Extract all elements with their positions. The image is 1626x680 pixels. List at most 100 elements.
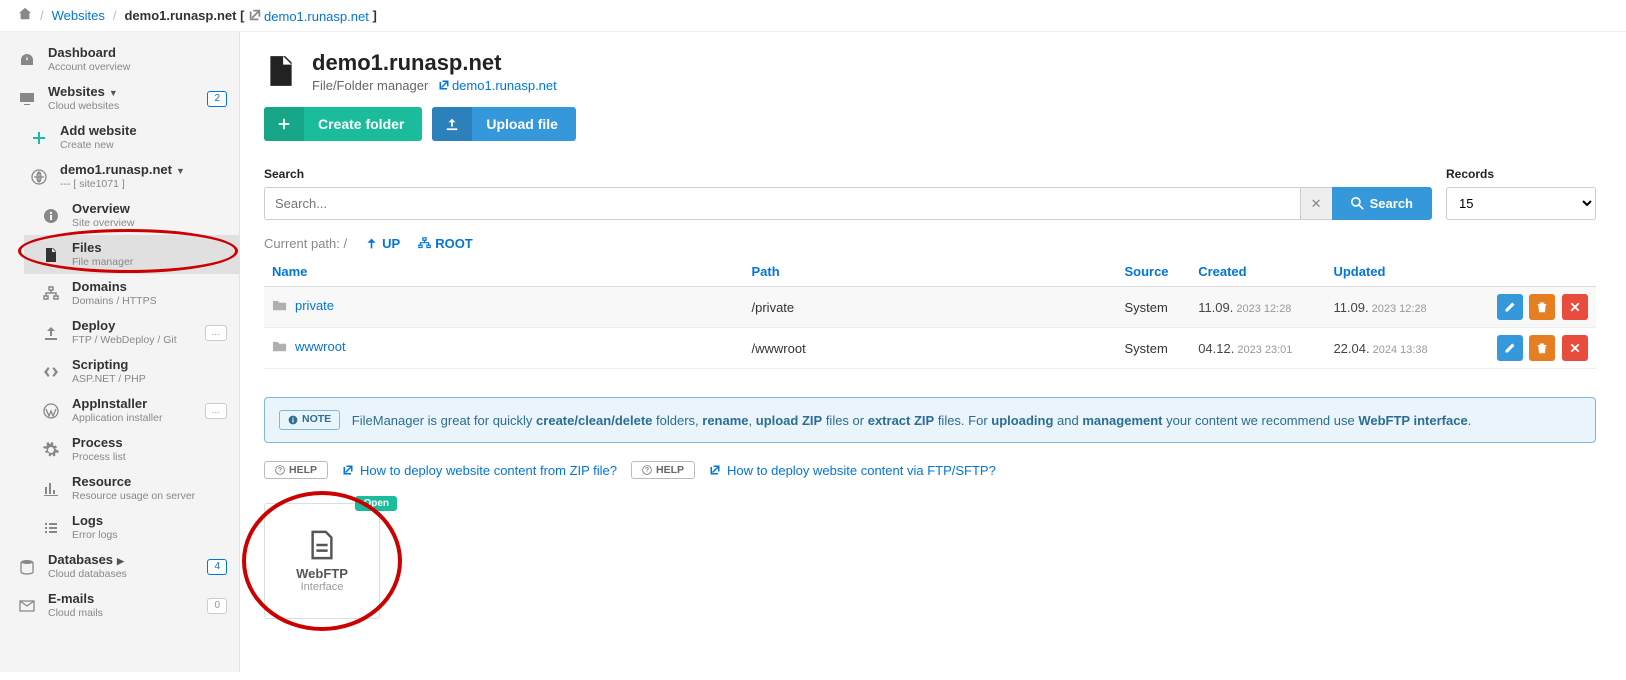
upload-icon [432,107,472,141]
cell-created: 11.09.2023 12:28 [1190,287,1325,328]
col-path[interactable]: Path [744,257,1117,287]
card-sub: Interface [301,581,344,593]
sitemap-icon [40,285,62,302]
sidebar-item-label: Domains [72,280,227,295]
caret-right-icon: ▶ [117,556,124,566]
sidebar-item-appinstaller[interactable]: AppInstallerApplication installer ... [24,391,239,430]
code-icon [40,363,62,380]
search-input[interactable] [264,187,1300,220]
breadcrumb-home[interactable] [18,7,32,24]
main-content: demo1.runasp.net File/Folder manager dem… [240,32,1626,672]
sidebar-item-label: Deploy [72,319,205,334]
create-folder-button[interactable]: Create folder [264,107,422,141]
current-path-label: Current path: [264,236,340,251]
wordpress-icon [40,402,62,419]
sidebar-item-databases[interactable]: Databases▶Cloud databases 4 [0,547,239,586]
cell-path: /wwwroot [744,328,1117,369]
records-select[interactable]: 15 [1446,187,1596,220]
trash-icon [1536,301,1548,313]
cell-created: 04.12.2023 23:01 [1190,328,1325,369]
table-row: private /private System 11.09.2023 12:28… [264,287,1596,328]
note-box: NOTE FileManager is great for quickly cr… [264,397,1596,443]
sidebar-item-deploy[interactable]: DeployFTP / WebDeploy / Git ... [24,313,239,352]
help-link-zip[interactable]: How to deploy website content from ZIP f… [342,463,617,478]
sidebar-item-label: Resource [72,475,227,490]
path-root-link[interactable]: ROOT [418,236,473,251]
sidebar-item-resource[interactable]: ResourceResource usage on server [24,469,239,508]
sidebar-item-dashboard[interactable]: DashboardAccount overview [0,40,239,79]
sidebar-item-websites[interactable]: Websites▼Cloud websites 2 [0,79,239,118]
sidebar-item-label: AppInstaller [72,397,205,412]
sidebar-item-label: Overview [72,202,227,217]
info-icon [40,207,62,224]
mail-icon [16,597,38,614]
files-table: Name Path Source Created Updated private… [264,257,1596,369]
help-tag: HELP [631,461,695,479]
col-updated[interactable]: Updated [1325,257,1460,287]
webftp-card[interactable]: Open WebFTP Interface [264,503,380,619]
delete-button[interactable] [1529,294,1555,320]
edit-button[interactable] [1497,335,1523,361]
col-created[interactable]: Created [1190,257,1325,287]
sidebar-item-label: Files [72,241,227,256]
caret-down-icon: ▼ [176,166,185,176]
col-name[interactable]: Name [264,257,744,287]
sidebar-item-label: Add website [60,124,227,139]
screen-icon [16,90,38,107]
page-title: demo1.runasp.net [312,50,557,76]
globe-icon [28,168,50,185]
dashboard-icon [16,51,38,68]
breadcrumb-host-suffix: ] [372,8,376,23]
external-link-icon [438,79,450,91]
remove-button[interactable] [1562,335,1588,361]
file-icon [264,50,312,91]
edit-button[interactable] [1497,294,1523,320]
sidebar-item-label: Websites [48,84,105,99]
sidebar-item-label: demo1.runasp.net [60,162,172,177]
col-source[interactable]: Source [1116,257,1190,287]
page-subtitle: File/Folder manager [312,78,428,93]
home-icon [18,7,32,21]
gear-icon [40,441,62,458]
list-icon [40,519,62,536]
sidebar-item-emails[interactable]: E-mailsCloud mails 0 [0,586,239,625]
sidebar-item-domains[interactable]: DomainsDomains / HTTPS [24,274,239,313]
sidebar-item-logs[interactable]: LogsError logs [24,508,239,547]
search-button[interactable]: Search [1332,187,1432,220]
help-icon [275,465,285,475]
folder-icon [272,339,287,354]
breadcrumb-websites[interactable]: Websites [52,8,105,23]
path-up-link[interactable]: UP [365,236,400,251]
breadcrumb-sep: / [113,8,117,23]
sidebar-item-site[interactable]: demo1.runasp.net▼--- [ site1071 ] [12,157,239,196]
sidebar-item-add-website[interactable]: Add websiteCreate new [12,118,239,157]
sidebar-badge: 0 [207,598,227,614]
sidebar-badge: 4 [207,559,227,575]
folder-link[interactable]: private [272,298,334,313]
sidebar-item-scripting[interactable]: ScriptingASP.NET / PHP [24,352,239,391]
sidebar-item-files[interactable]: FilesFile manager [24,235,239,274]
sidebar-item-label: Logs [72,514,227,529]
help-link-ftp[interactable]: How to deploy website content via FTP/SF… [709,463,996,478]
table-row: wwwroot /wwwroot System 04.12.2023 23:01… [264,328,1596,369]
breadcrumb-host-link[interactable]: demo1.runasp.net [244,8,372,24]
external-link-icon [342,464,354,476]
sidebar-item-label: Scripting [72,358,227,373]
search-icon [1351,197,1364,210]
delete-button[interactable] [1529,335,1555,361]
folder-icon [272,298,287,313]
upload-file-button[interactable]: Upload file [432,107,576,141]
sidebar-badge: ... [205,325,227,341]
sidebar-item-overview[interactable]: OverviewSite overview [24,196,239,235]
remove-button[interactable] [1562,294,1588,320]
search-clear-button[interactable]: ✕ [1300,187,1332,220]
arrow-up-icon [365,237,378,250]
cell-source: System [1116,328,1190,369]
cell-updated: 11.09.2023 12:28 [1325,287,1460,328]
records-label: Records [1446,167,1596,181]
page-site-link[interactable]: demo1.runasp.net [438,78,557,93]
sidebar-item-label: Dashboard [48,46,227,61]
folder-link[interactable]: wwwroot [272,339,346,354]
sidebar-item-process[interactable]: ProcessProcess list [24,430,239,469]
sidebar-badge: 2 [207,91,227,107]
